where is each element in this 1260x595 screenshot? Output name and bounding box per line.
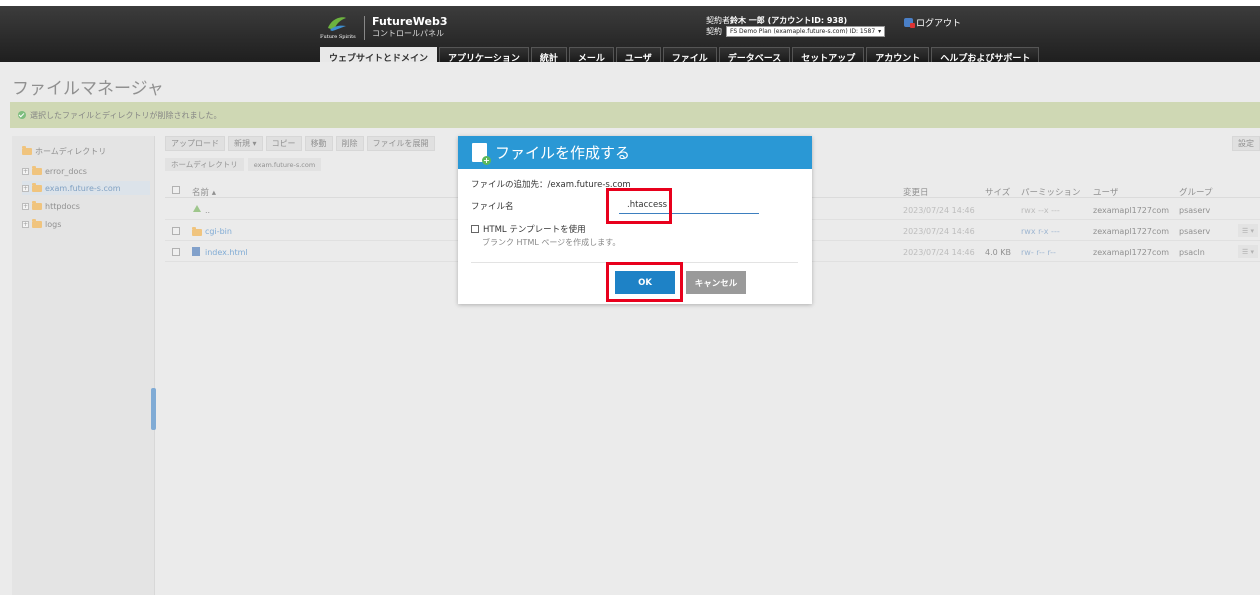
destination-path: /exam.future-s.com	[547, 180, 631, 190]
contract-label: 契約	[706, 27, 722, 36]
contract-value: FS Demo Plan (examaple.future-s.com) ID:…	[730, 28, 876, 35]
company-logo[interactable]: Future Spirits	[320, 16, 360, 42]
template-option[interactable]: HTML テンプレートを使用	[471, 223, 586, 235]
logout-label: ログアウト	[916, 19, 962, 29]
contract-row: 契約 FS Demo Plan (examaple.future-s.com) …	[706, 26, 886, 37]
new-file-icon	[472, 143, 491, 165]
brand-divider	[364, 16, 365, 40]
logout-icon	[904, 18, 915, 28]
cancel-button[interactable]: キャンセル	[686, 271, 746, 294]
destination-row: ファイルの追加先：/exam.future-s.com	[471, 178, 631, 190]
dialog-header: ファイルを作成する	[458, 136, 812, 169]
create-file-dialog: ファイルを作成する ファイルの追加先：/exam.future-s.com ファ…	[458, 136, 812, 304]
brand-name: FutureWeb3	[372, 15, 448, 28]
chevron-down-icon: ▾	[878, 28, 882, 35]
destination-label: ファイルの追加先：	[471, 180, 548, 190]
account-prefix: 契約者	[706, 16, 730, 25]
template-description: ブランク HTML ページを作成します。	[482, 238, 621, 247]
logo-text: Future Spirits	[320, 34, 356, 40]
contract-select[interactable]: FS Demo Plan (examaple.future-s.com) ID:…	[726, 26, 886, 37]
filename-input[interactable]	[619, 197, 759, 214]
logout-link[interactable]: ログアウト	[904, 16, 961, 29]
dialog-title: ファイルを作成する	[495, 144, 631, 162]
leaf-logo-icon	[328, 17, 346, 31]
account-name: 鈴木 一郎 (アカウントID: 938)	[730, 16, 848, 25]
account-info: 契約者鈴木 一郎 (アカウントID: 938)	[706, 15, 847, 26]
ok-button[interactable]: OK	[615, 271, 675, 294]
filename-label: ファイル名	[471, 202, 514, 212]
template-checkbox[interactable]	[471, 225, 479, 233]
top-header: Future Spirits FutureWeb3 コントロールパネル 契約者鈴…	[0, 0, 1260, 67]
dialog-divider	[471, 262, 798, 263]
brand-subtitle: コントロールパネル	[372, 29, 444, 38]
template-label: HTML テンプレートを使用	[483, 225, 586, 235]
